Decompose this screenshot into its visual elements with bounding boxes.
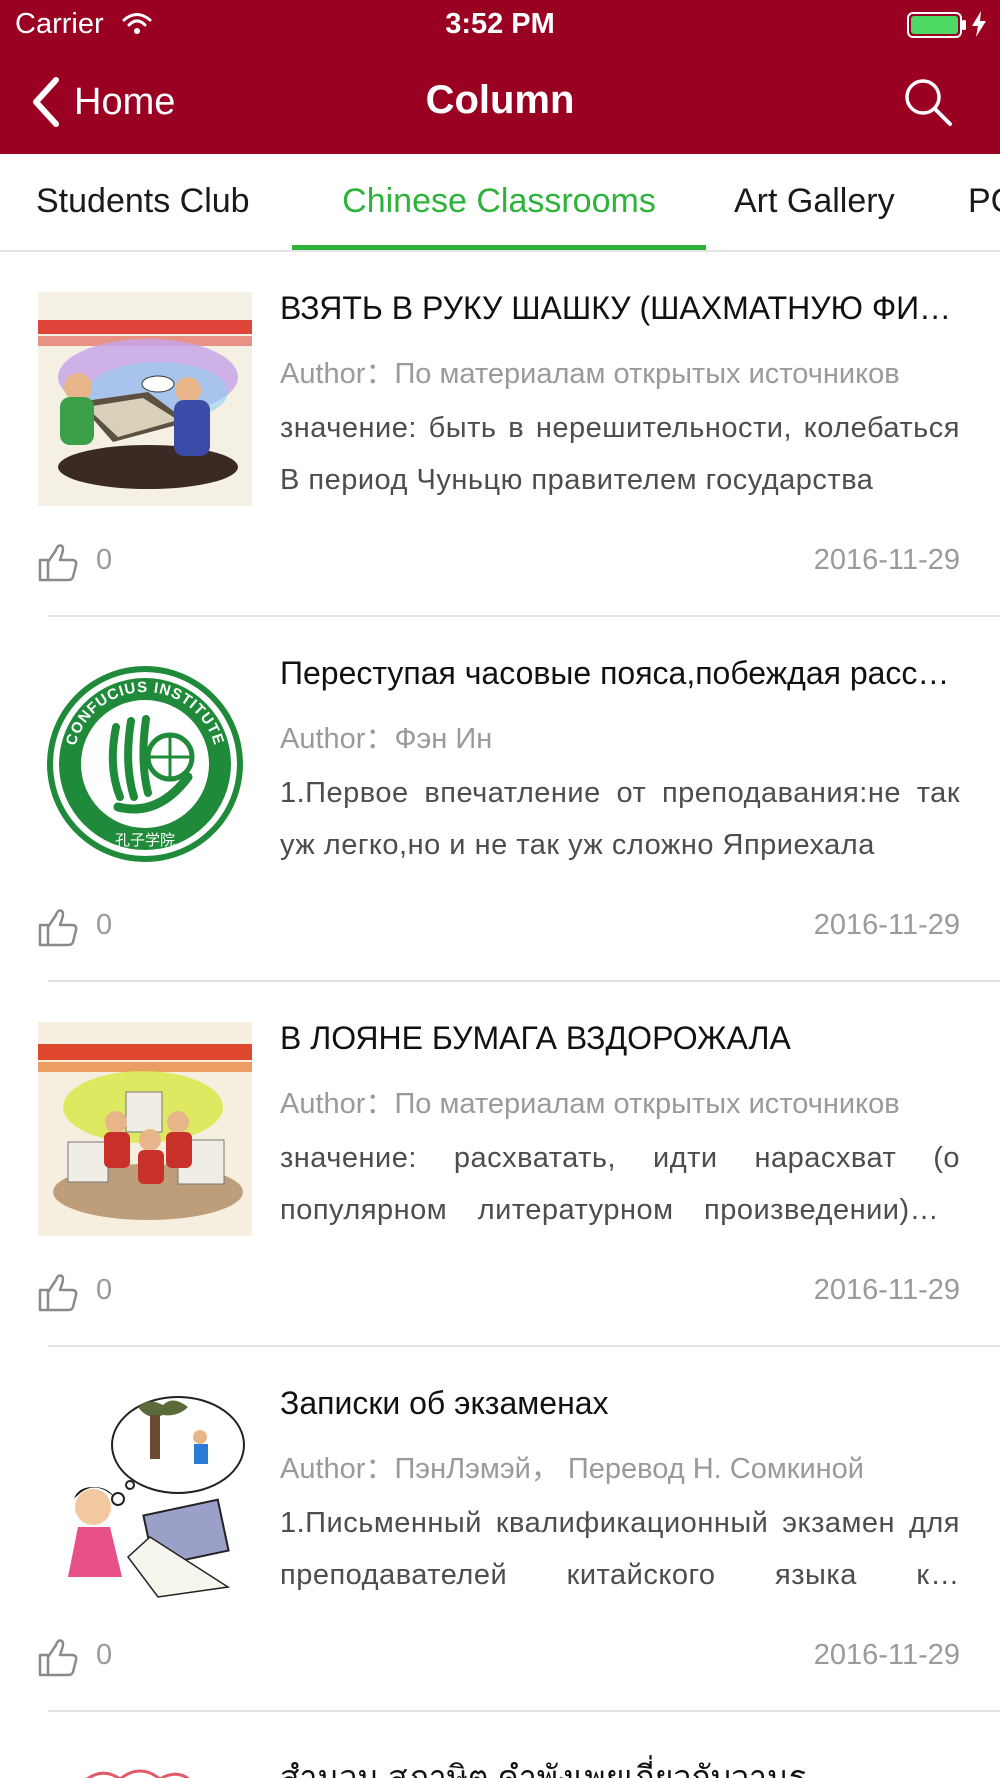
active-tab-indicator [292, 245, 706, 250]
article-summary: 1.Письменный квалификационный экзамен дл… [280, 1507, 960, 1591]
article-date: 2016-11-29 [813, 1639, 960, 1671]
status-bar: Carrier 3:52 PM [0, 0, 1000, 50]
article-author: Author：По материалам открытых источников [280, 358, 900, 390]
back-label: Home [74, 80, 176, 123]
charging-bolt-icon [972, 11, 986, 37]
exam-illustration-thumbnail [38, 1387, 252, 1601]
article-date: 2016-11-29 [813, 544, 960, 576]
article-author: Author：ПэнЛэмэй， Перевод Н. Сомкиной [280, 1453, 864, 1485]
app: Carrier 3:52 PM Home Column Students Clu… [0, 0, 1000, 1778]
back-button[interactable]: Home [28, 74, 175, 130]
like-count: 0 [96, 544, 113, 576]
thumbs-up-icon[interactable] [36, 1635, 80, 1679]
article-author: Author：По материалам открытых источников [280, 1088, 900, 1120]
battery-icon [907, 12, 966, 38]
tab-chinese-classrooms[interactable]: Chinese Classrooms [292, 154, 706, 250]
article-card[interactable]: В ЛОЯНЕ БУМАГА ВЗДОРОЖАЛА Author：По мате… [0, 982, 1000, 1347]
article-card[interactable]: ВЗЯТЬ В РУКУ ШАШКУ (ШАХМАТНУЮ ФИГУРУ) Au… [0, 252, 1000, 617]
thumbs-up-icon[interactable] [36, 540, 80, 584]
article-title[interactable]: Переступая часовые пояса,побеждая рассто… [280, 655, 960, 692]
like-count: 0 [96, 909, 113, 941]
tab-students-club[interactable]: Students Club [36, 154, 250, 250]
header: Carrier 3:52 PM Home Column [0, 0, 1000, 154]
category-tabs: Students Club Chinese Classrooms Art Gal… [0, 154, 1000, 252]
thumbs-up-icon[interactable] [36, 905, 80, 949]
article-date: 2016-11-29 [813, 1274, 960, 1306]
article-summary: значение: расхватать, идти нарасхват (о … [280, 1142, 960, 1226]
article-title[interactable]: Записки об экзаменах [280, 1385, 960, 1422]
tab-art-gallery[interactable]: Art Gallery [734, 154, 895, 250]
like-count: 0 [96, 1639, 113, 1671]
like-count: 0 [96, 1274, 113, 1306]
divider [48, 1710, 1000, 1712]
paper-illustration-thumbnail [38, 1022, 252, 1236]
logo-chinese: 孔子学院 [115, 831, 175, 849]
partial-thumbnail [86, 1769, 190, 1778]
thumbs-up-icon[interactable] [36, 1270, 80, 1314]
article-date: 2016-11-29 [813, 909, 960, 941]
search-icon[interactable] [900, 74, 956, 130]
nav-bar: Home Column [0, 50, 1000, 154]
tab-pc[interactable]: PC [968, 154, 1000, 250]
chevron-left-icon [33, 77, 59, 127]
article-title[interactable]: ВЗЯТЬ В РУКУ ШАШКУ (ШАХМАТНУЮ ФИГУРУ) [280, 290, 960, 327]
status-time: 3:52 PM [445, 8, 555, 40]
article-summary: 1.Первое впечатление от преподавания:не … [280, 777, 960, 861]
article-title[interactable]: В ЛОЯНЕ БУМАГА ВЗДОРОЖАЛА [280, 1020, 960, 1057]
article-title-partial[interactable]: สำนวน สุภาษิต คำพังเพยเกี่ยวกับวานร [280, 1752, 960, 1778]
article-author: Author：Фэн Ин [280, 723, 493, 755]
article-summary: значение: быть в нерешительности, колеба… [280, 412, 960, 496]
article-card[interactable]: Записки об экзаменах Author：ПэнЛэмэй， Пе… [0, 1347, 1000, 1712]
confucius-institute-logo: CONFUCIUS INSTITUTE 孔子学院 [38, 657, 252, 871]
chess-illustration-thumbnail [38, 292, 252, 506]
article-card[interactable]: CONFUCIUS INSTITUTE 孔子学院 Переступая часо… [0, 617, 1000, 982]
